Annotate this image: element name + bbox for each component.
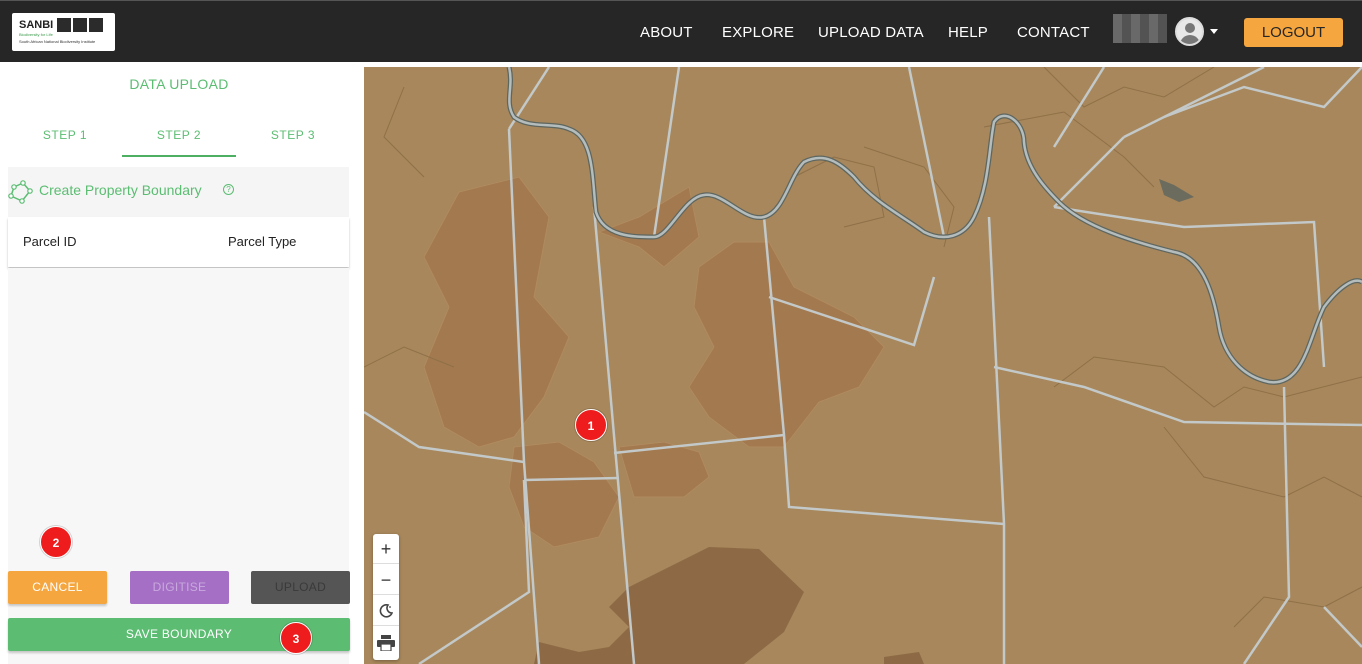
step-marker-2: 2 <box>40 526 72 558</box>
avatar[interactable] <box>1175 17 1204 46</box>
logo-wordmark: SANBI <box>19 19 54 31</box>
moon-icon[interactable] <box>373 596 399 626</box>
tab-step-1[interactable]: STEP 1 <box>8 128 122 142</box>
active-tab-indicator <box>122 155 236 157</box>
map-toolbar: + − <box>373 534 399 660</box>
data-upload-panel: DATA UPLOAD STEP 1 STEP 2 STEP 3 Create … <box>0 62 358 664</box>
logo-tagline: Biodiversity for Life <box>19 32 53 37</box>
column-parcel-type: Parcel Type <box>228 234 297 249</box>
panel-title: DATA UPLOAD <box>129 76 229 92</box>
column-parcel-id: Parcel ID <box>23 234 77 249</box>
logo-subtitle: South African National Biodiversity Inst… <box>19 39 96 44</box>
logout-button[interactable]: LOGOUT <box>1244 18 1343 47</box>
top-navbar: SANBI Biodiversity for Life South Africa… <box>0 0 1362 62</box>
nav-help[interactable]: HELP <box>948 24 988 41</box>
user-name-redacted <box>1113 14 1167 43</box>
upload-button[interactable]: UPLOAD <box>251 571 350 604</box>
step-marker-3: 3 <box>280 622 312 654</box>
polygon-icon <box>8 180 33 204</box>
cancel-button[interactable]: CANCEL <box>8 571 107 604</box>
nav-explore[interactable]: EXPLORE <box>722 24 794 41</box>
parcel-table-body <box>8 268 349 664</box>
chevron-down-icon[interactable] <box>1210 29 1218 34</box>
map-canvas[interactable] <box>364 67 1362 664</box>
sanbi-logo[interactable]: SANBI Biodiversity for Life South Africa… <box>12 13 115 51</box>
step-marker-1: 1 <box>575 409 607 441</box>
help-icon[interactable]: ? <box>223 184 234 195</box>
boundary-title: Create Property Boundary <box>39 182 202 198</box>
parcel-table-header: Parcel ID Parcel Type <box>8 217 349 267</box>
nav-about[interactable]: ABOUT <box>640 24 693 41</box>
map-layer[interactable] <box>364 67 1362 664</box>
property-boundary-header: Create Property Boundary ? <box>8 167 349 217</box>
zoom-in-button[interactable]: + <box>373 534 399 564</box>
printer-icon[interactable] <box>373 628 399 658</box>
zoom-out-button[interactable]: − <box>373 565 399 595</box>
nav-upload-data[interactable]: UPLOAD DATA <box>818 24 924 41</box>
nav-contact[interactable]: CONTACT <box>1017 24 1090 41</box>
tab-step-3[interactable]: STEP 3 <box>236 128 350 142</box>
logo-tiles <box>57 18 103 32</box>
tab-step-2[interactable]: STEP 2 <box>122 128 236 142</box>
digitise-button[interactable]: DIGITISE <box>130 571 229 604</box>
